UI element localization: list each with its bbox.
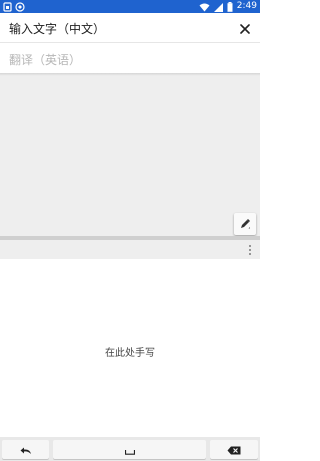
status-right-icons: 2:49: [199, 0, 257, 13]
source-input-row[interactable]: 输入文字（中文）: [0, 13, 260, 43]
close-button[interactable]: [237, 20, 253, 36]
keyboard-key-row: [0, 437, 260, 461]
undo-key[interactable]: [2, 440, 49, 459]
status-left-icons: [3, 1, 25, 12]
more-vert-icon[interactable]: [246, 243, 254, 257]
handwriting-hint: 在此处手写: [105, 348, 155, 359]
close-icon[interactable]: [240, 19, 250, 38]
backspace-icon[interactable]: [227, 440, 241, 459]
space-icon[interactable]: [124, 440, 135, 459]
translation-placeholder: 翻译（英语）: [9, 53, 82, 67]
handwriting-pad[interactable]: 在此处手写: [0, 259, 260, 437]
keyboard-toolbar: [0, 240, 260, 259]
space-key[interactable]: [53, 440, 206, 459]
status-bar: 2:49: [0, 0, 260, 13]
delete-key[interactable]: [210, 440, 258, 459]
translation-row: 翻译（英语）: [0, 44, 260, 73]
result-area: [0, 76, 260, 236]
pen-button[interactable]: [234, 213, 256, 235]
pen-icon[interactable]: [239, 215, 251, 234]
undo-icon[interactable]: [20, 440, 32, 459]
status-time: 2:49: [236, 1, 257, 11]
source-text-input[interactable]: 输入文字（中文）: [9, 20, 105, 37]
